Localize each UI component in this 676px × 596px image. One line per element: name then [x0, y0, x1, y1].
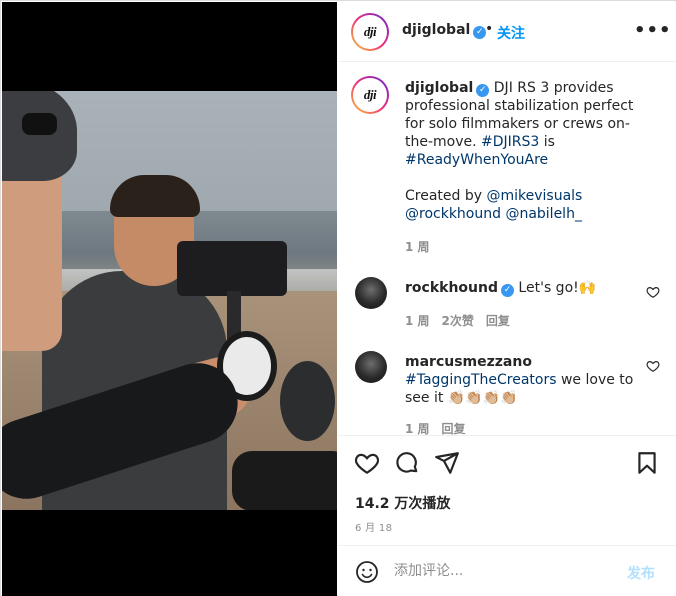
dji-logo: dji — [363, 24, 377, 39]
hashtag-link[interactable]: #ReadyWhenYouAre — [405, 152, 548, 168]
save-bookmark-icon[interactable] — [634, 450, 660, 476]
avatar[interactable] — [355, 351, 387, 383]
comments-list[interactable]: dji djiglobal ✓ DJI RS 3 provides profess… — [338, 63, 676, 435]
share-send-icon[interactable] — [434, 450, 460, 476]
comment-username[interactable]: marcusmezzano — [405, 354, 532, 370]
more-options-icon[interactable]: ••• — [634, 20, 672, 41]
mention-link[interactable]: @mikevisuals — [486, 188, 582, 204]
like-heart-icon[interactable] — [354, 450, 380, 476]
avatar[interactable]: dji — [351, 76, 389, 114]
comment-input[interactable] — [394, 560, 604, 582]
post-media[interactable] — [2, 2, 337, 596]
comment-likes[interactable]: 2次赞 — [442, 314, 474, 328]
follow-button[interactable]: 关注 — [497, 23, 525, 43]
comment-meta: 1 周 2次赞 回复 — [405, 312, 522, 329]
comment-meta: 1 周回复 — [405, 420, 478, 435]
mention-link[interactable]: @nabilelh_ — [505, 206, 582, 222]
action-bar: 14.2 万次播放 6 月 18 — [338, 435, 676, 545]
like-comment-heart-icon[interactable] — [646, 359, 660, 373]
verified-badge-icon: ✓ — [476, 84, 490, 97]
comment-time[interactable]: 1 周 — [405, 314, 430, 328]
avatar[interactable]: dji — [351, 13, 389, 51]
video-player[interactable] — [2, 91, 337, 510]
post-header: dji djiglobal ✓ • 关注 ••• — [338, 2, 676, 62]
post-sidebar: dji djiglobal ✓ • 关注 ••• dji djiglobal ✓ D… — [338, 2, 676, 596]
verified-badge-icon: ✓ — [500, 284, 514, 297]
emoji-icon[interactable] — [355, 560, 379, 584]
header-username[interactable]: djiglobal ✓ — [402, 22, 487, 39]
caption-username[interactable]: djiglobal — [405, 80, 473, 96]
caption-time[interactable]: 1 周 — [405, 240, 430, 254]
comment-username[interactable]: rockkhound — [405, 280, 498, 296]
comment-text: rockkhound ✓ Let's go!🙌 — [405, 280, 597, 297]
post-date[interactable]: 6 月 18 — [355, 519, 392, 534]
gimbal-camera — [177, 241, 287, 296]
hashtag-link[interactable]: #TaggingTheCreators — [405, 372, 557, 388]
comment-text: marcusmezzano #TaggingTheCreators we lov… — [405, 354, 634, 406]
avatar[interactable] — [355, 277, 387, 309]
separator-dot: • — [485, 21, 494, 37]
mention-link[interactable]: @rockkhound — [405, 206, 501, 222]
like-comment-heart-icon[interactable] — [646, 285, 660, 299]
comment-time[interactable]: 1 周 — [405, 422, 430, 435]
caption-text: djiglobal ✓ DJI RS 3 provides professiona… — [405, 80, 634, 222]
add-comment-bar: 发布 — [338, 545, 676, 596]
hashtag-link[interactable]: #DJIRS3 — [481, 134, 539, 150]
reply-button[interactable]: 回复 — [486, 314, 510, 328]
view-count[interactable]: 14.2 万次播放 — [355, 493, 450, 513]
reply-button[interactable]: 回复 — [442, 422, 466, 435]
post-comment-button[interactable]: 发布 — [627, 563, 655, 583]
comment-bubble-icon[interactable] — [394, 450, 420, 476]
post-dialog: dji djiglobal ✓ • 关注 ••• dji djiglobal ✓ D… — [0, 0, 676, 596]
dji-logo: dji — [363, 87, 377, 102]
caption-meta: 1 周 — [405, 238, 442, 255]
